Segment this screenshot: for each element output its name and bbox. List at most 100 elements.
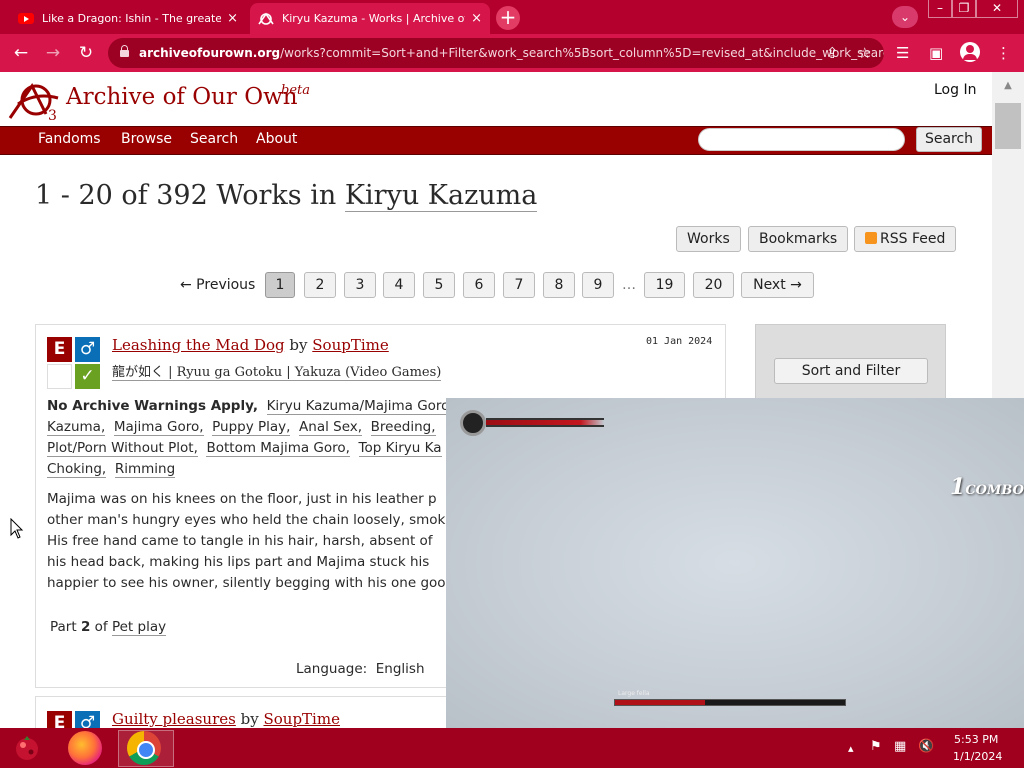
- warning-none-icon: [47, 364, 72, 389]
- tray-overflow-icon[interactable]: ▴: [848, 742, 854, 755]
- window-minimize-button[interactable]: –: [928, 0, 952, 18]
- pagination-page-8[interactable]: 8: [543, 272, 575, 298]
- nav-about[interactable]: About: [256, 131, 297, 147]
- freeform-tag[interactable]: Anal Sex,: [299, 419, 363, 436]
- rss-icon: [865, 232, 877, 244]
- freeform-tag[interactable]: Bottom Majima Goro,: [206, 440, 350, 457]
- enemy-name: Large fella: [618, 690, 650, 697]
- freeform-tag[interactable]: Puppy Play,: [212, 419, 291, 436]
- bookmarks-button[interactable]: Bookmarks: [748, 226, 849, 252]
- fandom-link[interactable]: Kiryu Kazuma: [344, 180, 538, 212]
- nav-fandoms[interactable]: Fandoms: [38, 131, 101, 147]
- work-author-link[interactable]: SoupTime: [312, 336, 388, 354]
- tab-ao3[interactable]: Kiryu Kazuma - Works | Archive of Our Ow…: [250, 3, 490, 34]
- window-close-button[interactable]: ✕: [976, 0, 1018, 18]
- results-count: 1 - 20 of 392 Works in: [35, 180, 337, 211]
- scrollbar-thumb[interactable]: [995, 103, 1021, 149]
- nav-browse[interactable]: Browse: [121, 131, 172, 147]
- firefox-taskbar-icon[interactable]: [68, 731, 102, 765]
- character-tag[interactable]: Kazuma,: [47, 419, 106, 436]
- work-title-link[interactable]: Guilty pleasures: [112, 710, 236, 728]
- nav-search[interactable]: Search: [190, 131, 238, 147]
- browser-menu-icon[interactable]: ⋮: [996, 38, 1011, 68]
- freeform-tag[interactable]: Breeding,: [370, 419, 436, 436]
- sort-and-filter-button[interactable]: Sort and Filter: [774, 358, 928, 384]
- chrome-taskbar-icon[interactable]: [127, 731, 161, 765]
- svg-text:3: 3: [48, 108, 57, 122]
- pagination-page-19[interactable]: 19: [644, 272, 685, 298]
- rating-explicit-icon: E: [47, 337, 72, 362]
- site-search-button[interactable]: Search: [916, 127, 982, 152]
- close-tab-icon[interactable]: ×: [227, 11, 238, 26]
- pagination-page-5[interactable]: 5: [423, 272, 455, 298]
- fandom-tag-link[interactable]: 龍が如く | Ryuu ga Gotoku | Yakuza (Video Ga…: [112, 365, 442, 381]
- tab-youtube[interactable]: Like a Dragon: Ishin - The greatest ×: [10, 3, 246, 34]
- site-search-input[interactable]: [698, 128, 905, 151]
- pagination-page-1: 1: [265, 272, 295, 298]
- pagination-page-4[interactable]: 4: [383, 272, 415, 298]
- clock-date[interactable]: 1/1/2024: [953, 750, 1002, 763]
- language-value: English: [375, 661, 425, 677]
- category-mm-icon: ♂: [75, 337, 100, 362]
- game-overlay-window[interactable]: [446, 398, 1024, 728]
- freeform-tag[interactable]: Rimming: [114, 461, 176, 478]
- share-icon[interactable]: ⇪: [826, 38, 839, 68]
- works-button[interactable]: Works: [676, 226, 741, 252]
- work-author-link[interactable]: SoupTime: [263, 710, 339, 728]
- ao3-logo-icon[interactable]: 3: [6, 78, 66, 122]
- pagination-page-7[interactable]: 7: [503, 272, 535, 298]
- bookmark-star-icon[interactable]: ☆: [858, 38, 871, 68]
- freeform-tag[interactable]: Choking,: [47, 461, 107, 478]
- summary-line: His free hand came to tangle in his hair…: [47, 533, 433, 549]
- back-button[interactable]: ←: [10, 42, 32, 64]
- work-tags: Choking, Rimming: [47, 461, 176, 478]
- site-name[interactable]: Archive of Our Own: [66, 84, 298, 110]
- rss-feed-button[interactable]: RSS Feed: [854, 226, 957, 252]
- work-title-link[interactable]: Leashing the Mad Dog: [112, 336, 285, 354]
- start-menu-icon[interactable]: [8, 732, 46, 764]
- player-health-bar: [486, 418, 604, 427]
- window-maximize-button[interactable]: ❐: [952, 0, 976, 18]
- complete-check-icon: ✓: [75, 364, 100, 389]
- relationship-tag[interactable]: Kiryu Kazuma/Majima Goro,: [266, 398, 454, 415]
- clock-time[interactable]: 5:53 PM: [954, 733, 998, 746]
- pagination-page-6[interactable]: 6: [463, 272, 495, 298]
- tab-search-button[interactable]: ⌄: [892, 6, 918, 28]
- character-tag[interactable]: Majima Goro,: [113, 419, 204, 436]
- forward-button[interactable]: →: [42, 42, 64, 64]
- lock-icon: [120, 44, 129, 57]
- pagination-page-2[interactable]: 2: [304, 272, 336, 298]
- flag-icon[interactable]: ⚑: [870, 739, 882, 754]
- work-by: by: [289, 336, 308, 354]
- scroll-up-arrow-icon[interactable]: ▲: [992, 72, 1024, 100]
- pagination-next[interactable]: Next →: [741, 272, 814, 298]
- pagination-page-20[interactable]: 20: [693, 272, 734, 298]
- site-beta-label: beta: [281, 83, 310, 98]
- volume-muted-icon[interactable]: 🔇: [918, 739, 934, 754]
- side-panel-icon[interactable]: ▣: [929, 38, 943, 68]
- health-orb-icon: [460, 410, 486, 436]
- close-tab-icon[interactable]: ×: [471, 11, 482, 26]
- page-title: 1 - 20 of 392 Works in Kiryu Kazuma: [35, 180, 538, 212]
- address-bar[interactable]: archiveofourown.org/works?commit=Sort+an…: [108, 38, 884, 68]
- reading-list-icon[interactable]: ☰: [896, 38, 909, 68]
- work-date: 01 Jan 2024: [646, 336, 713, 347]
- enemy-health-fill: [615, 700, 705, 705]
- pagination-page-9[interactable]: 9: [582, 272, 614, 298]
- series-prefix: Part: [50, 619, 77, 635]
- pagination-page-3[interactable]: 3: [344, 272, 376, 298]
- freeform-tag[interactable]: Plot/Porn Without Plot,: [47, 440, 198, 457]
- summary-line: happier to see his owner, silently beggi…: [47, 575, 446, 591]
- freeform-tag[interactable]: Top Kiryu Ka: [358, 440, 442, 457]
- login-link[interactable]: Log In: [934, 82, 976, 98]
- new-tab-button[interactable]: +: [496, 6, 520, 30]
- summary-line: his head back, making his lips part and …: [47, 554, 430, 570]
- combo-count: 1: [950, 474, 966, 500]
- pagination-previous[interactable]: ← Previous: [180, 277, 255, 293]
- reload-button[interactable]: ↻: [75, 42, 97, 64]
- network-icon[interactable]: ▦: [894, 739, 906, 754]
- series-link[interactable]: Pet play: [111, 619, 167, 636]
- profile-avatar-icon[interactable]: [960, 42, 980, 62]
- warning-tag[interactable]: No Archive Warnings Apply,: [47, 398, 258, 414]
- language-label: Language:: [296, 661, 368, 677]
